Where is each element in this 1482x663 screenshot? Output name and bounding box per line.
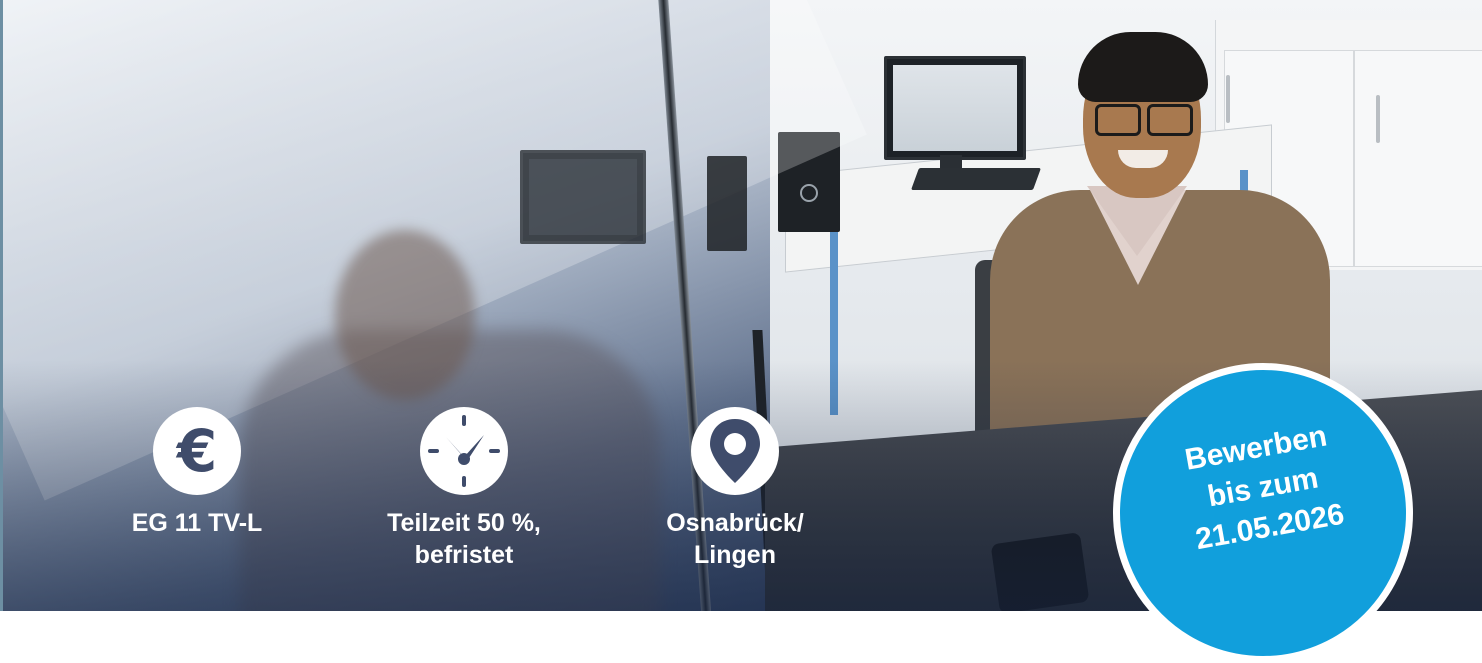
salary-info: € EG 11 TV-L	[92, 407, 302, 539]
monitor	[884, 56, 1026, 160]
location-line: Lingen	[694, 541, 776, 569]
salary-text: EG 11 TV-L	[131, 509, 263, 537]
left-border	[0, 0, 3, 611]
keyboard	[910, 168, 1042, 190]
reflected-screen	[529, 159, 637, 235]
reflected-tower	[707, 156, 747, 251]
glasses	[1095, 104, 1193, 136]
location-line: Osnabrück/	[666, 509, 804, 537]
cabinet-door	[1354, 50, 1482, 267]
cabinet-handle	[1226, 75, 1230, 123]
monitor-screen	[893, 65, 1017, 151]
cabinet-handle	[1376, 95, 1380, 143]
location-label: Osnabrück/ Lingen	[630, 507, 840, 571]
working-time-line: Teilzeit 50 %,	[387, 509, 541, 537]
location-info: Osnabrück/ Lingen	[630, 407, 840, 571]
glasses-lens	[1095, 104, 1141, 136]
euro-glyph: €	[176, 417, 218, 485]
brand-logo	[800, 184, 818, 202]
euro-icon: €	[153, 407, 241, 495]
deadline-text: Bewerben bis zum 21.05.2026	[1151, 411, 1375, 565]
working-time-info: Teilzeit 50 %, befristet	[359, 407, 569, 571]
clock-icon	[420, 407, 508, 495]
working-time-label: Teilzeit 50 %, befristet	[359, 507, 569, 571]
application-deadline-badge: Bewerben bis zum 21.05.2026	[1113, 363, 1413, 663]
glasses-lens	[1147, 104, 1193, 136]
reflected-monitor	[520, 150, 646, 244]
location-pin-icon	[691, 407, 779, 495]
working-time-line: befristet	[414, 541, 514, 569]
salary-label: EG 11 TV-L	[92, 507, 302, 539]
